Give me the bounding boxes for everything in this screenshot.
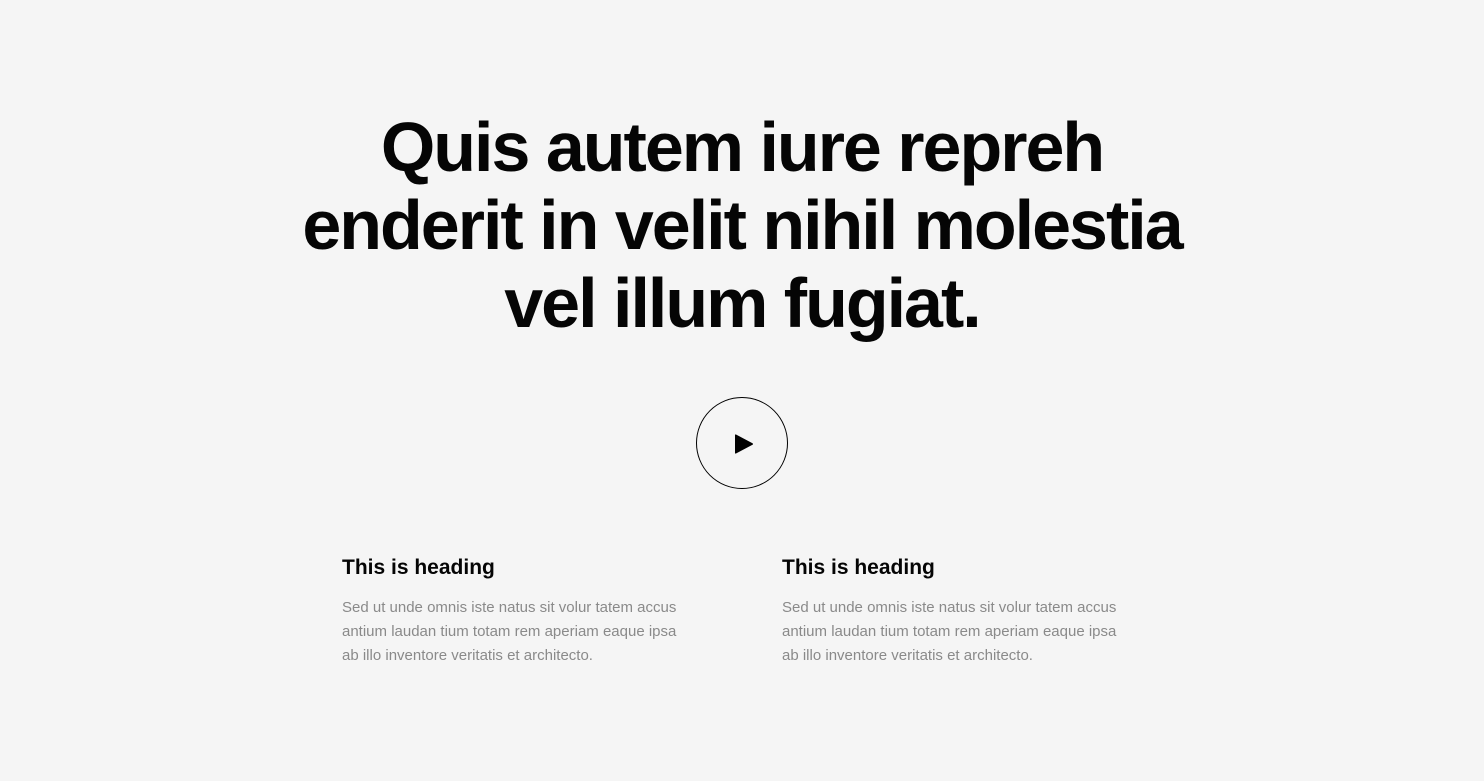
feature-text-line: Sed ut unde omnis iste natus sit volur t… <box>342 599 677 616</box>
hero-title: Quis autem iure repreh enderit in velit … <box>0 108 1484 342</box>
hero-title-line: Quis autem iure repreh <box>380 108 1105 186</box>
feature-card: This is heading Sed ut unde omnis iste n… <box>342 554 702 668</box>
play-video-button[interactable] <box>696 397 788 489</box>
feature-text-line: ab illo inventore veritatis et architect… <box>342 647 593 664</box>
hero-title-line: vel illum fugiat. <box>504 264 982 342</box>
feature-heading: This is heading <box>782 556 935 579</box>
play-icon <box>735 434 753 454</box>
feature-text: Sed ut unde omnis iste natus sit volur t… <box>342 596 702 668</box>
feature-text-line: antium laudan tium totam rem aperiam eaq… <box>782 623 1117 640</box>
hero-title-line: enderit in velit nihil molestia <box>302 186 1183 264</box>
feature-heading: This is heading <box>342 556 495 579</box>
feature-text: Sed ut unde omnis iste natus sit volur t… <box>782 596 1142 668</box>
feature-text-line: antium laudan tium totam rem aperiam eaq… <box>342 623 677 640</box>
feature-text-line: Sed ut unde omnis iste natus sit volur t… <box>782 599 1117 616</box>
page: Quis autem iure repreh enderit in velit … <box>0 0 1484 781</box>
feature-card: This is heading Sed ut unde omnis iste n… <box>782 554 1142 668</box>
feature-text-line: ab illo inventore veritatis et architect… <box>782 647 1033 664</box>
